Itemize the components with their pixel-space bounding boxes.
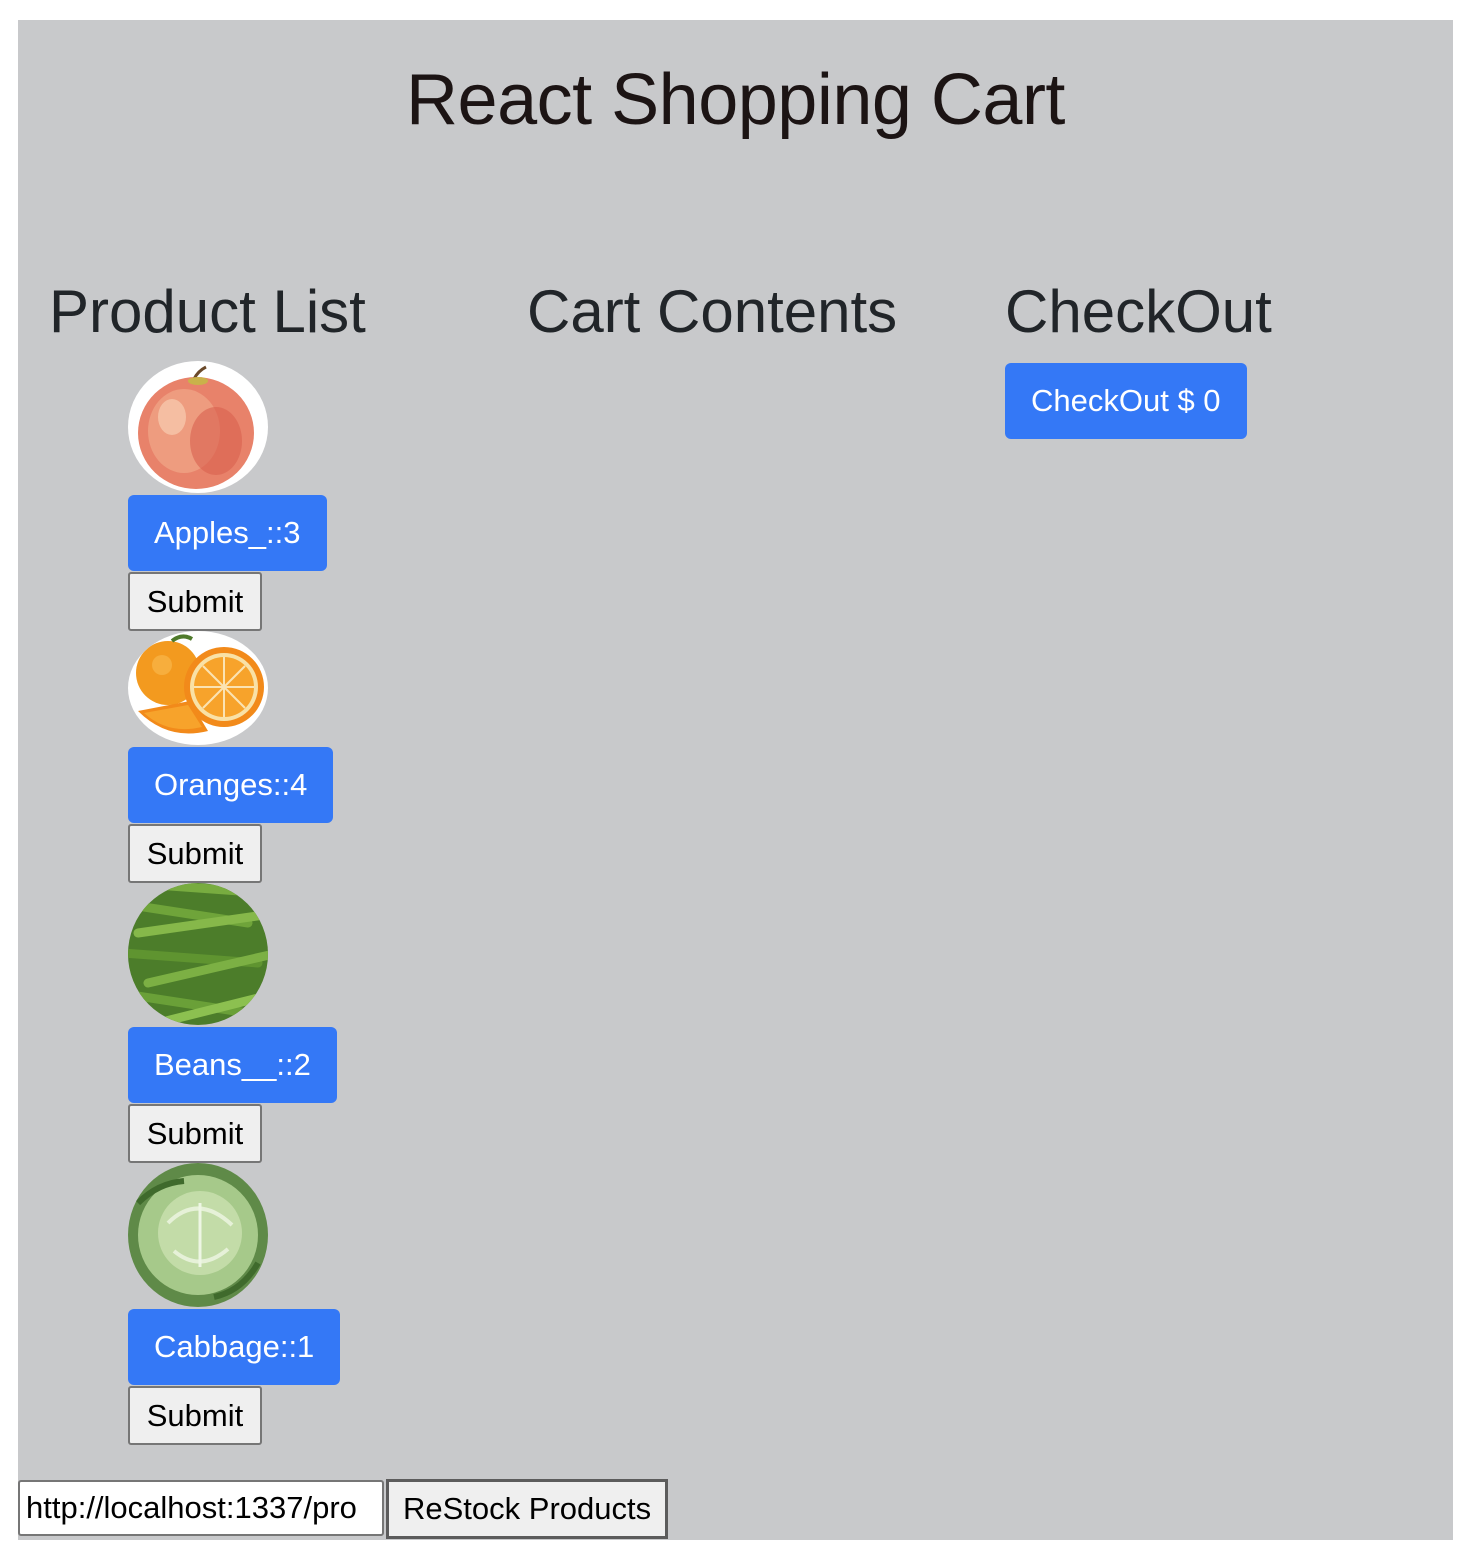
restock-form: ReStock Products (18, 1479, 669, 1540)
submit-button-oranges[interactable]: Submit (128, 824, 262, 883)
cart-contents-heading: Cart Contents (527, 278, 898, 345)
product-item-oranges: Oranges::4 Submit (128, 631, 340, 883)
cabbage-image (128, 1163, 268, 1307)
submit-button-beans[interactable]: Submit (128, 1104, 262, 1163)
product-button-beans[interactable]: Beans__::2 (128, 1027, 337, 1103)
app-container: React Shopping Cart Product List Cart Co… (18, 20, 1453, 1540)
restock-url-input[interactable] (18, 1480, 384, 1536)
restock-products-button[interactable]: ReStock Products (386, 1479, 669, 1539)
checkout-button[interactable]: CheckOut $ 0 (1005, 363, 1247, 439)
orange-image (128, 631, 268, 745)
product-item-apples: Apples_::3 Submit (128, 361, 340, 631)
product-list: Apples_::3 Submit Oranges::4 Submit Bean… (128, 361, 341, 1445)
product-item-beans: Beans__::2 Submit (128, 883, 340, 1163)
product-item-cabbage: Cabbage::1 Submit (128, 1163, 341, 1445)
product-button-apples[interactable]: Apples_::3 (128, 495, 327, 571)
product-list-heading: Product List (49, 278, 366, 345)
page-title: React Shopping Cart (406, 60, 1065, 140)
checkout-heading: CheckOut (1005, 278, 1272, 345)
submit-button-apples[interactable]: Submit (128, 572, 262, 631)
product-button-cabbage[interactable]: Cabbage::1 (128, 1309, 341, 1385)
beans-image (128, 883, 268, 1025)
apple-image (128, 361, 268, 493)
submit-button-cabbage[interactable]: Submit (128, 1386, 262, 1445)
product-button-oranges[interactable]: Oranges::4 (128, 747, 334, 823)
